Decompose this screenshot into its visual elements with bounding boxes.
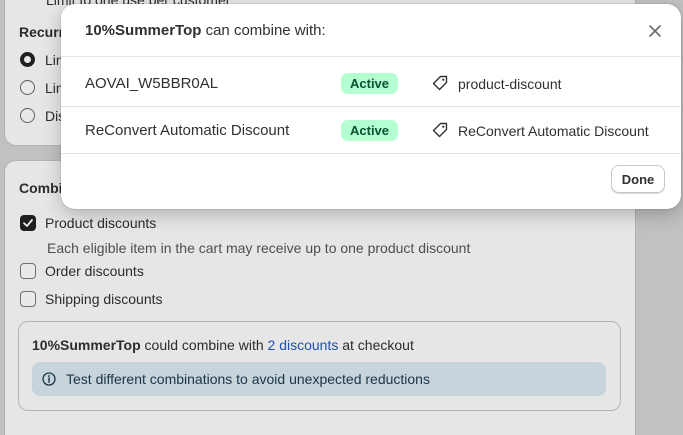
combinations-modal: 10%SummerTop can combine with: AOVAI_W5B… [61, 4, 681, 209]
done-button[interactable]: Done [611, 165, 665, 193]
status-badge: Active [341, 73, 399, 94]
tag-icon [432, 122, 448, 141]
discount-row: AOVAI_W5BBR0AL Active product-discount [61, 60, 681, 107]
modal-title: 10%SummerTop can combine with: [85, 22, 326, 39]
discount-code: ReConvert Automatic Discount [85, 122, 290, 139]
close-icon [649, 25, 661, 37]
close-button[interactable] [645, 21, 665, 41]
modal-header: 10%SummerTop can combine with: [61, 4, 681, 57]
discount-type-label: ReConvert Automatic Discount [458, 123, 649, 139]
status-badge: Active [341, 120, 399, 141]
modal-title-code: 10%SummerTop [85, 22, 202, 39]
discount-type-label: product-discount [458, 76, 562, 92]
discount-code: AOVAI_W5BBR0AL [85, 75, 219, 92]
modal-title-suffix: can combine with: [201, 22, 326, 39]
discount-row: ReConvert Automatic Discount Active ReCo… [61, 107, 681, 154]
tag-icon [432, 75, 448, 94]
